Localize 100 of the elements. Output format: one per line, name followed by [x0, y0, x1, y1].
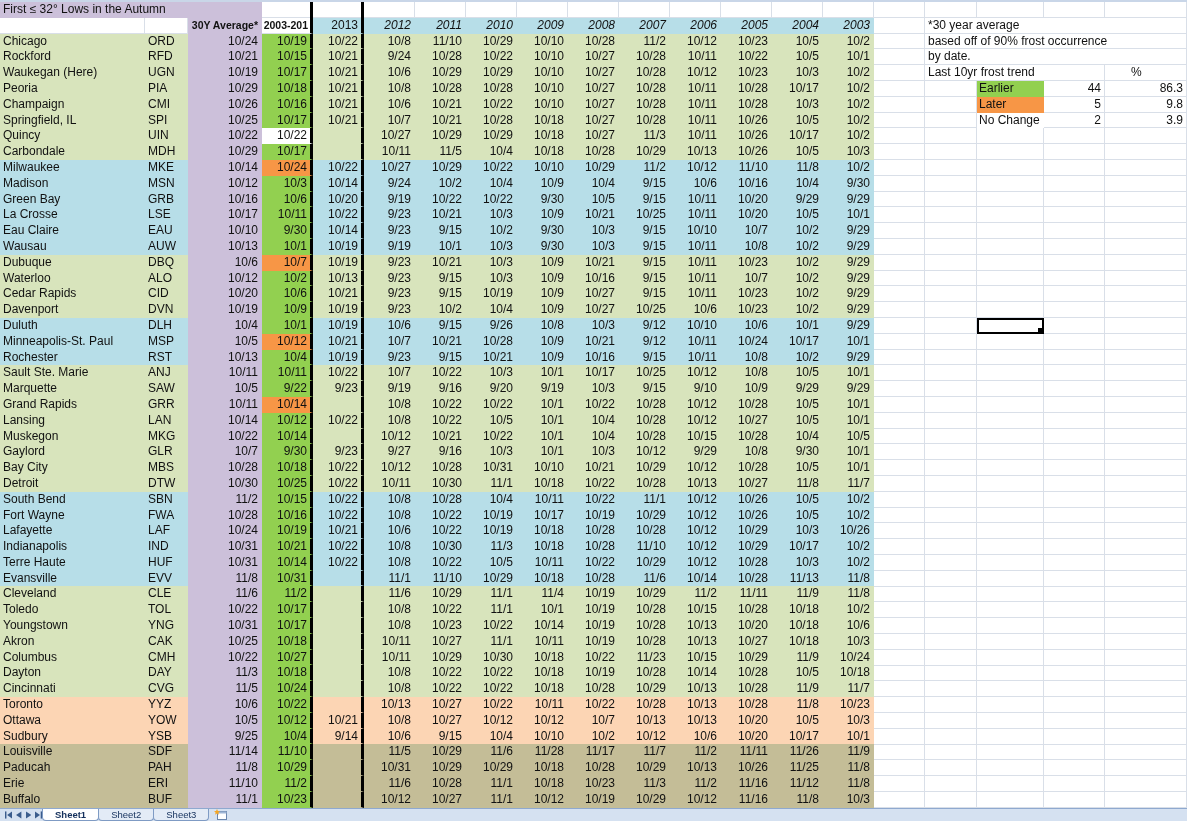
- sheet-tab[interactable]: Sheet3: [153, 808, 210, 821]
- average-date-cell: 11/5: [188, 681, 262, 698]
- frost-date-cell: 10/22: [313, 539, 364, 555]
- frost-date-cell: 10/23: [721, 65, 772, 81]
- frost-date-cell: 10/22: [466, 681, 517, 698]
- blank-cell: [313, 144, 364, 160]
- recent-average-cell: 11/10: [262, 744, 313, 761]
- frost-date-cell: 10/5: [772, 460, 823, 476]
- frost-date-cell: 10/29: [415, 760, 466, 777]
- frost-date-cell: 10/11: [517, 697, 568, 713]
- station-code-cell: YYZ: [145, 697, 188, 713]
- first-sheet-icon[interactable]: [5, 810, 13, 819]
- frost-date-cell: 10/17: [772, 539, 823, 555]
- frost-date-cell: 11/4: [517, 586, 568, 603]
- station-name-cell: Waukegan (Here): [0, 65, 145, 81]
- frost-date-cell: 10/10: [517, 49, 568, 66]
- frost-date-cell: 10/20: [721, 207, 772, 224]
- new-sheet-icon[interactable]: [214, 808, 229, 820]
- frost-date-cell: 10/12: [670, 539, 721, 555]
- frost-date-cell: 10/12: [670, 65, 721, 81]
- frost-date-cell: 10/1: [517, 365, 568, 382]
- frost-date-cell: 11/25: [772, 760, 823, 777]
- frost-date-cell: 10/11: [670, 49, 721, 66]
- frost-date-cell: 11/16: [721, 776, 772, 792]
- recent-average-cell: 10/24: [262, 681, 313, 698]
- frost-date-cell: 10/6: [364, 523, 415, 540]
- station-name-cell: Paducah: [0, 760, 145, 777]
- frost-date-cell: 10/28: [721, 665, 772, 682]
- frost-date-cell: 10/5: [772, 365, 823, 382]
- frost-date-cell: 11/8: [823, 776, 874, 792]
- frost-date-cell: 10/22: [466, 618, 517, 634]
- frost-date-cell: 10/9: [517, 207, 568, 224]
- next-sheet-icon[interactable]: [25, 810, 31, 819]
- average-date-cell: 10/10: [188, 223, 262, 239]
- station-code-cell: LAF: [145, 523, 188, 540]
- station-name-cell: La Crosse: [0, 207, 145, 224]
- station-code-cell: RFD: [145, 49, 188, 66]
- frost-date-cell: 10/28: [619, 665, 670, 682]
- frost-date-cell: 9/29: [823, 286, 874, 303]
- last-sheet-icon[interactable]: [34, 810, 42, 819]
- station-name-cell: Sault Ste. Marie: [0, 365, 145, 382]
- station-code-cell: PAH: [145, 760, 188, 777]
- frost-date-cell: 9/15: [619, 286, 670, 303]
- frost-date-cell: 10/28: [415, 776, 466, 792]
- active-cell[interactable]: [977, 317, 1044, 334]
- frost-date-cell: 11/28: [517, 744, 568, 761]
- frost-date-cell: 10/3: [466, 444, 517, 461]
- frost-date-cell: 10/18: [772, 602, 823, 619]
- average-date-cell: 10/5: [188, 381, 262, 397]
- frost-date-cell: 10/11: [670, 207, 721, 224]
- frost-date-cell: 10/26: [823, 523, 874, 540]
- station-name-cell: Toronto: [0, 697, 145, 713]
- frost-date-cell: 10/18: [823, 665, 874, 682]
- previous-sheet-icon[interactable]: [16, 810, 22, 819]
- sheet-tab[interactable]: Sheet1: [42, 808, 100, 821]
- frost-date-cell: 10/22: [313, 460, 364, 476]
- frost-date-cell: 9/23: [313, 381, 364, 397]
- station-name-cell: Indianapolis: [0, 539, 145, 555]
- frost-date-cell: 10/1: [823, 49, 874, 66]
- station-code-cell: SDF: [145, 744, 188, 761]
- station-code-cell: GLR: [145, 444, 188, 461]
- frost-date-cell: 11/11: [721, 586, 772, 603]
- frost-date-cell: 10/26: [721, 760, 772, 777]
- station-name-cell: Rockford: [0, 49, 145, 66]
- frost-date-cell: 10/18: [517, 539, 568, 555]
- frost-date-cell: 10/5: [772, 207, 823, 224]
- frost-date-cell: 10/27: [415, 697, 466, 713]
- frost-date-cell: 10/27: [568, 128, 619, 145]
- fill-handle[interactable]: [1038, 327, 1042, 332]
- station-name-cell: Marquette: [0, 381, 145, 397]
- station-name-cell: Chicago: [0, 33, 145, 50]
- average-date-cell: 10/20: [188, 286, 262, 303]
- sheet-tab[interactable]: Sheet2: [98, 808, 155, 821]
- frost-date-cell: 10/29: [721, 523, 772, 540]
- column-header: 2005: [721, 17, 772, 34]
- frost-date-cell: 10/23: [568, 776, 619, 792]
- recent-average-cell: 10/29: [262, 760, 313, 777]
- average-date-cell: 10/19: [188, 65, 262, 81]
- frost-date-cell: 9/23: [313, 444, 364, 461]
- station-code-cell: MDH: [145, 144, 188, 160]
- frost-date-cell: 10/2: [823, 65, 874, 81]
- frost-date-cell: 9/23: [364, 207, 415, 224]
- station-name-cell: Cleveland: [0, 586, 145, 603]
- frost-date-cell: 10/29: [466, 760, 517, 777]
- recent-average-cell: 10/11: [262, 207, 313, 224]
- frost-date-cell: 10/3: [823, 144, 874, 160]
- frost-date-cell: 10/18: [517, 523, 568, 540]
- column-header: 2004: [772, 17, 823, 34]
- frost-date-cell: 10/2: [415, 302, 466, 318]
- frost-date-cell: 10/28: [415, 49, 466, 66]
- frost-date-cell: 10/13: [670, 760, 721, 777]
- recent-average-cell: 9/22: [262, 381, 313, 397]
- station-name-cell: Eau Claire: [0, 223, 145, 239]
- frost-date-cell: 9/16: [415, 444, 466, 461]
- frost-date-cell: 10/1: [823, 365, 874, 382]
- average-date-cell: 10/17: [188, 207, 262, 224]
- frost-date-cell: 10/10: [670, 223, 721, 239]
- station-code-cell: UGN: [145, 65, 188, 81]
- frost-date-cell: 10/12: [670, 365, 721, 382]
- frost-date-cell: 10/9: [517, 286, 568, 303]
